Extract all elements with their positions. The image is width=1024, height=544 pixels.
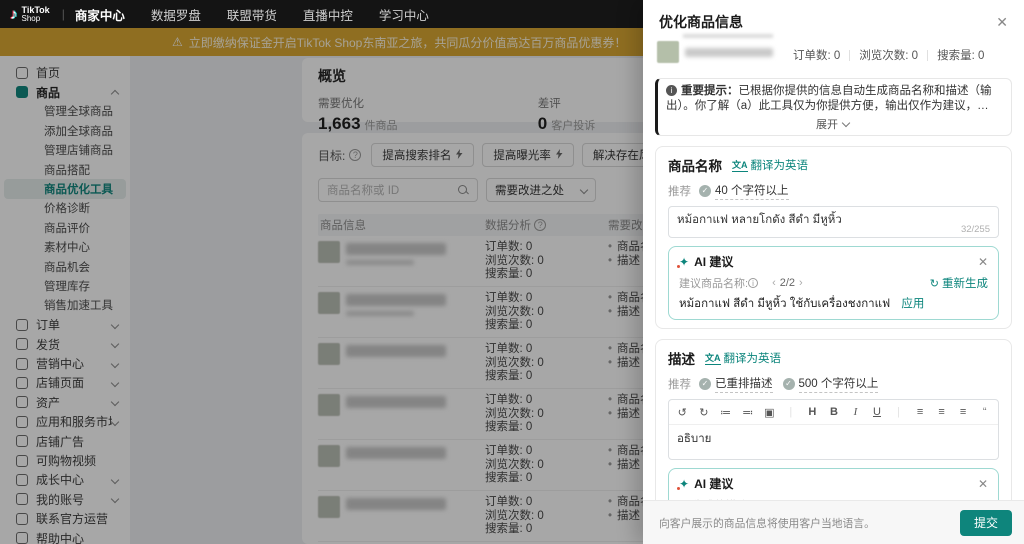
editor-toolbar: ↺ ↻ ≔ ≕ ▣ | HBIU | ≡ ≡ ≡ “	[669, 400, 998, 425]
brand-sub: Shop	[22, 15, 50, 23]
info-icon[interactable]: i	[748, 278, 758, 288]
locale-note: 向客户展示的商品信息将使用客户当地语言。	[659, 515, 875, 531]
panel-footer: 向客户展示的商品信息将使用客户当地语言。 提交	[643, 500, 1024, 544]
product-name-input[interactable]: หม้อกาแฟ หลายโกดัง สีดำ มีหูหิ้ว 32/255	[668, 206, 999, 238]
tiktok-note-icon: ♪	[10, 6, 18, 23]
ai-sparkle-icon: ✦	[679, 255, 689, 269]
suggestion-label: 建议商品名称:	[679, 275, 748, 291]
divider-icon[interactable]: |	[786, 406, 797, 418]
char-counter: 32/255	[961, 224, 990, 235]
check-circle-icon: ✓	[699, 378, 711, 390]
product-thumbnail	[657, 41, 679, 63]
close-icon[interactable]: ✕	[996, 15, 1008, 29]
nav-divider: |	[62, 7, 65, 21]
translate-link[interactable]: 文A翻译为英语	[732, 157, 808, 173]
apply-link[interactable]: 应用	[901, 298, 924, 310]
suggested-name: หม้อกาแฟ สีดำ มีหูหิ้ว ใช้กับเครื่องชงกา…	[679, 298, 890, 310]
top-nav-item[interactable]: 联盟带货	[227, 5, 277, 24]
prev-icon[interactable]: ‹	[772, 277, 776, 289]
ai-suggestion-box: ✦ AI 建议 ✕ 建议商品名称: i ‹2/2› ↻重新生成 หม้อกาแฟ…	[668, 246, 999, 320]
searches-stat: 搜索量: 0	[937, 47, 984, 63]
close-icon[interactable]: ✕	[978, 478, 988, 490]
insert-image-icon[interactable]: ▣	[764, 406, 775, 419]
chevron-down-icon	[842, 119, 850, 127]
translate-icon: 文A	[705, 351, 721, 365]
bullet-list-icon[interactable]: ≔	[720, 406, 731, 419]
optimize-product-panel: 优化商品信息 ✕ 订单数: 0 浏览次数: 0 搜索量: 0 i重要提示：已根据…	[643, 0, 1024, 544]
orders-stat: 订单数: 0	[793, 47, 840, 63]
check-circle-icon: ✓	[783, 378, 795, 390]
tiktok-shop-logo[interactable]: ♪ TikTok Shop	[10, 6, 50, 23]
top-nav-item[interactable]: 商家中心	[75, 5, 125, 24]
translate-link[interactable]: 文A翻译为英语	[705, 350, 781, 366]
ai-sparkle-icon: ✦	[679, 477, 689, 491]
translate-icon: 文A	[732, 158, 748, 172]
redacted-product-name	[685, 48, 773, 57]
divider-icon[interactable]: |	[893, 406, 904, 418]
info-icon: i	[666, 85, 677, 96]
check-circle-icon: ✓	[699, 185, 711, 197]
quote-icon[interactable]: “	[979, 406, 990, 418]
description-editor: ↺ ↻ ≔ ≕ ▣ | HBIU | ≡ ≡ ≡ “ อธิบาย	[668, 399, 999, 460]
expand-notice-link[interactable]: 展开	[666, 116, 999, 132]
top-nav-item[interactable]: 直播中控	[303, 5, 353, 24]
stat-separator	[927, 50, 928, 61]
recommendation: 40 个字符以上	[715, 182, 789, 200]
bold-icon[interactable]: B	[829, 406, 840, 418]
panel-title: 优化商品信息	[659, 12, 743, 32]
heading-icon[interactable]: H	[807, 406, 818, 418]
regenerate-link[interactable]: ↻重新生成	[930, 275, 988, 291]
redo-icon[interactable]: ↻	[699, 406, 710, 419]
recommend-label: 推荐	[668, 376, 691, 392]
align-center-icon[interactable]: ≡	[936, 406, 947, 418]
stat-separator	[849, 50, 850, 61]
name-section-title: 商品名称	[668, 155, 722, 175]
redacted-text-line	[683, 34, 773, 38]
submit-button[interactable]: 提交	[960, 510, 1012, 536]
italic-icon[interactable]: I	[850, 406, 861, 418]
product-name-section: 商品名称 文A翻译为英语 推荐 ✓ 40 个字符以上 หม้อกาแฟ หลาย…	[655, 146, 1012, 329]
refresh-icon: ↻	[930, 278, 939, 290]
top-nav-item[interactable]: 学习中心	[379, 5, 429, 24]
notice-prefix: 重要提示：	[681, 85, 739, 97]
suggestion-pager: ‹2/2›	[768, 277, 807, 289]
ordered-list-icon[interactable]: ≕	[742, 406, 753, 419]
recommend-label: 推荐	[668, 183, 691, 199]
description-input[interactable]: อธิบาย	[669, 425, 998, 459]
underline-icon[interactable]: U	[872, 406, 883, 418]
top-nav-item[interactable]: 数据罗盘	[151, 5, 201, 24]
undo-icon[interactable]: ↺	[677, 406, 688, 419]
next-icon[interactable]: ›	[799, 277, 803, 289]
important-notice: i重要提示：已根据你提供的信息自动生成商品名称和描述（输出）。你了解（a）此工具…	[655, 78, 1012, 136]
align-right-icon[interactable]: ≡	[958, 406, 969, 418]
recommendation: 已重排描述	[715, 375, 773, 393]
panel-product-summary: 订单数: 0 浏览次数: 0 搜索量: 0	[657, 38, 1008, 74]
close-icon[interactable]: ✕	[978, 256, 988, 268]
desc-section-title: 描述	[668, 348, 695, 368]
views-stat: 浏览次数: 0	[859, 47, 918, 63]
align-left-icon[interactable]: ≡	[915, 406, 926, 418]
recommendation: 500 个字符以上	[799, 375, 879, 393]
